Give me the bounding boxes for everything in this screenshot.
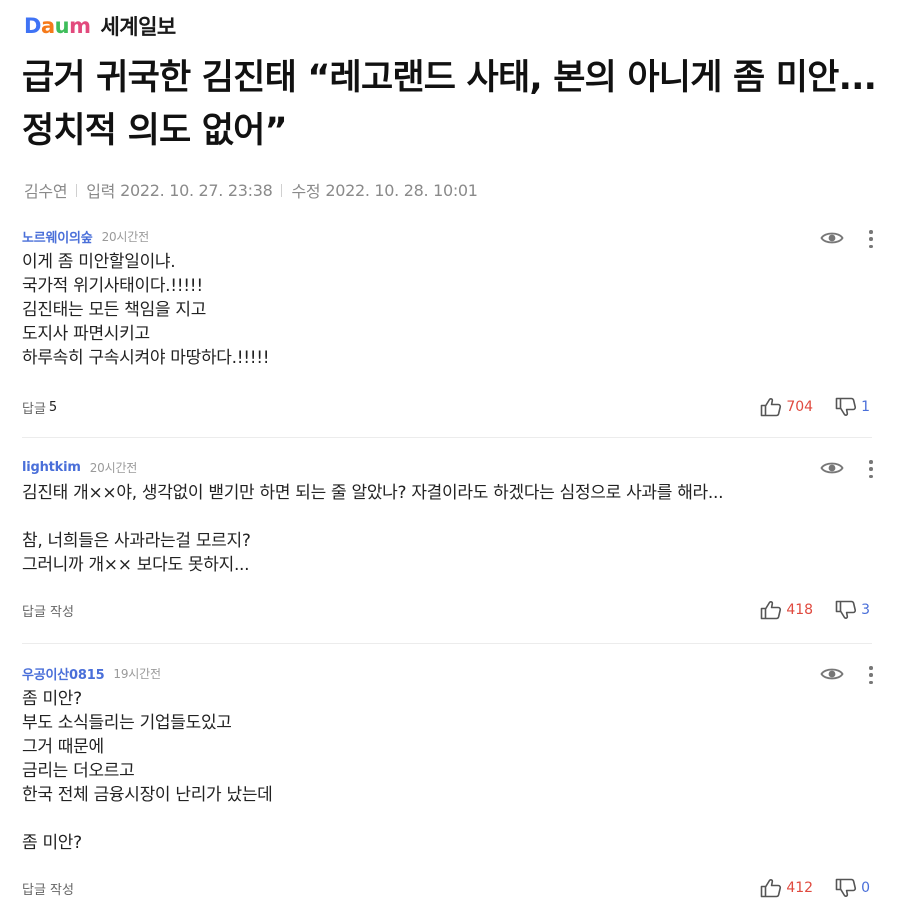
comment-item: 우공이산0815 19시간전 좀 미안? 부도 소식들리는 기업들도있고 그거 … — [22, 663, 878, 908]
like-button[interactable]: 412 — [760, 878, 813, 898]
thumbs-down-icon — [835, 600, 857, 619]
logo-letter-2: a — [40, 14, 55, 38]
dislike-count: 1 — [861, 399, 870, 415]
comment-text: 좀 미안? 부도 소식들리는 기업들도있고 그거 때문에 금리는 더오르고 한국… — [22, 689, 273, 853]
dislike-count: 0 — [861, 880, 870, 896]
comment-text: 이게 좀 미안할일이냐. 국가적 위기사태이다.!!!!! 김진태는 모든 책임… — [22, 252, 270, 368]
comment-time: 19시간전 — [113, 666, 161, 681]
comment-username[interactable]: 우공이산0815 — [22, 664, 105, 683]
more-options-icon[interactable] — [868, 666, 874, 684]
comment-time: 20시간전 — [89, 460, 138, 475]
eye-icon[interactable] — [820, 229, 844, 247]
dislike-button[interactable]: 3 — [835, 600, 870, 620]
comment-username[interactable]: 노르웨이의숲 — [22, 227, 93, 246]
input-label: 입력 — [86, 182, 116, 201]
thumbs-down-icon — [835, 878, 857, 897]
thumbs-up-icon — [761, 879, 782, 898]
like-button[interactable]: 418 — [760, 600, 813, 620]
thumbs-down-icon — [835, 397, 857, 416]
daum-logo[interactable]: Daum — [24, 14, 91, 38]
logo-letter-4: m — [69, 14, 91, 38]
thumbs-up-icon — [761, 601, 782, 620]
article-title: 급거 귀국한 김진태 “레고랜드 사태, 본의 아니게 좀 미안... 정치적 … — [22, 58, 877, 151]
comment-footer: 답글 작성 418 3 — [22, 599, 878, 621]
more-options-icon[interactable] — [868, 460, 874, 478]
article-meta: 김수연 입력 2022. 10. 27. 23:38 수정 2022. 10. … — [24, 178, 478, 202]
edit-date: 2022. 10. 28. 10:01 — [325, 180, 478, 200]
reply-button[interactable]: 답글 — [22, 398, 46, 417]
comment-divider — [22, 643, 872, 644]
edit-label: 수정 — [291, 182, 321, 201]
dislike-count: 3 — [861, 602, 870, 618]
comment-username[interactable]: lightkim — [22, 460, 81, 475]
site-header: Daum 세계일보 — [24, 10, 176, 42]
eye-icon[interactable] — [820, 665, 844, 683]
more-options-icon[interactable] — [868, 230, 874, 248]
dislike-button[interactable]: 0 — [835, 878, 870, 898]
input-date: 2022. 10. 27. 23:38 — [120, 180, 273, 200]
comment-item: lightkim 20시간전 김진태 개××야, 생각없이 밷기만 하면 되는 … — [22, 457, 878, 637]
thumbs-up-icon — [761, 398, 782, 417]
reply-count[interactable]: 5 — [49, 400, 57, 415]
meta-divider — [76, 183, 78, 197]
like-count: 418 — [786, 602, 814, 618]
logo-letter-1: D — [24, 14, 41, 38]
author-name[interactable]: 김수연 — [24, 178, 68, 202]
reply-button[interactable]: 답글 작성 — [22, 601, 74, 620]
like-button[interactable]: 704 — [760, 397, 813, 417]
like-count: 412 — [786, 880, 814, 896]
comment-divider — [22, 437, 872, 438]
press-name[interactable]: 세계일보 — [100, 11, 176, 41]
comment-item: 노르웨이의숲 20시간전 이게 좀 미안할일이냐. 국가적 위기사태이다.!!!… — [22, 226, 878, 426]
comment-footer: 답글 5 704 1 — [22, 396, 878, 418]
comment-text: 김진태 개××야, 생각없이 밷기만 하면 되는 줄 알았나? 자결이라도 하겠… — [22, 483, 724, 575]
logo-letter-3: u — [54, 14, 70, 38]
reply-button[interactable]: 답글 작성 — [22, 879, 74, 898]
comment-footer: 답글 작성 412 0 — [22, 877, 878, 899]
comment-time: 20시간전 — [101, 229, 150, 244]
dislike-button[interactable]: 1 — [835, 397, 870, 417]
meta-divider — [281, 183, 283, 197]
eye-icon[interactable] — [820, 459, 844, 477]
like-count: 704 — [786, 399, 814, 415]
